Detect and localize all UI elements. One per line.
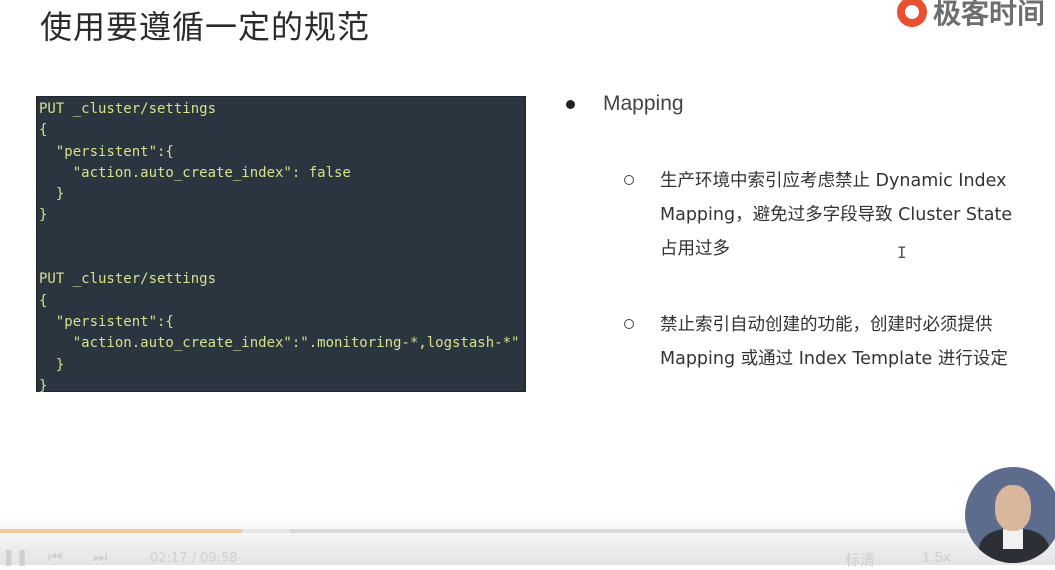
bullet-dot-icon [566, 99, 575, 109]
geektime-logo-icon [896, 0, 927, 27]
code-text: PUT _cluster/settings { "persistent":{ "… [39, 101, 520, 394]
sub-bullet-line: Mapping，避免过多字段导致 Cluster State [660, 205, 1013, 225]
presenter-head [995, 485, 1031, 531]
presenter-video-avatar [965, 467, 1055, 563]
quality-button[interactable]: 标清 [845, 549, 875, 570]
brand-logo: 极客时间 [896, 0, 1045, 32]
sub-bullet-ring-icon [624, 319, 634, 329]
sub-bullet-line: 占用过多 [660, 239, 730, 259]
sub-bullet-line: Mapping 或通过 Index Template 进行设定 [660, 349, 1008, 369]
sub-bullet-dynamic-mapping: 生产环境中索引应考虑禁止 Dynamic Index Mapping，避免过多字… [624, 164, 1034, 266]
pause-icon[interactable]: ❚❚ [2, 547, 29, 566]
time-display: 02:17 / 09:58 [150, 551, 238, 566]
code-block: PUT _cluster/settings { "persistent":{ "… [36, 96, 526, 394]
progress-played [0, 529, 242, 533]
sub-bullet-auto-create: 禁止索引自动创建的功能，创建时必须提供 Mapping 或通过 Index Te… [624, 308, 1034, 376]
video-player-controls: ❚❚ ⏮ ⏭ 02:17 / 09:58 标清 1.5x [0, 515, 1055, 569]
speed-button[interactable]: 1.5x [922, 549, 950, 566]
presenter-collar [1003, 529, 1023, 549]
text-cursor-icon: I [897, 243, 907, 262]
sub-bullet-text: 禁止索引自动创建的功能，创建时必须提供 Mapping 或通过 Index Te… [660, 308, 1008, 376]
sub-bullet-line: 禁止索引自动创建的功能，创建时必须提供 [660, 315, 993, 335]
sub-bullet-line: 生产环境中索引应考虑禁止 Dynamic Index [660, 171, 1007, 191]
slide-title: 使用要遵循一定的规范 [40, 8, 371, 46]
progress-bar[interactable] [0, 529, 1055, 533]
sub-bullet-text: 生产环境中索引应考虑禁止 Dynamic Index Mapping，避免过多字… [660, 164, 1012, 266]
previous-icon[interactable]: ⏮ [48, 547, 62, 567]
bullet-mapping: Mapping [566, 92, 684, 116]
bullet-mapping-label: Mapping [603, 92, 684, 115]
next-icon[interactable]: ⏭ [93, 547, 107, 567]
logo-text: 极客时间 [932, 0, 1045, 30]
sub-bullet-ring-icon [624, 175, 634, 185]
